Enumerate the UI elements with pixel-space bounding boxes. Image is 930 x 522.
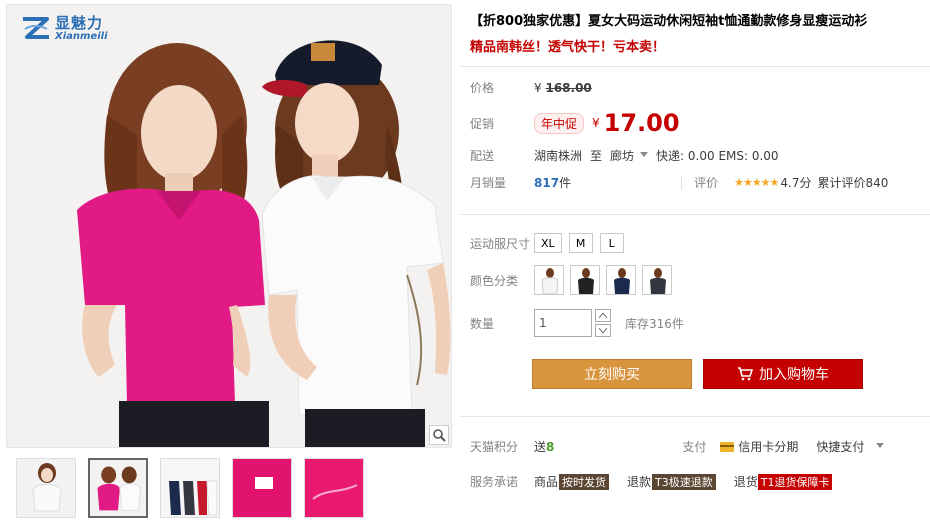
service-goods-tag[interactable]: 按时发货: [559, 473, 610, 490]
color-option-4[interactable]: [642, 265, 672, 295]
rating-score: 4.7分: [780, 176, 812, 190]
divider: [460, 66, 930, 67]
color-option-1[interactable]: [534, 265, 564, 295]
points-row: 天猫积分 送 8 支付 信用卡分期 快捷支付: [470, 438, 892, 455]
thumbnail-strip: [16, 458, 364, 518]
divider: [460, 416, 930, 417]
original-price-value: 168.00: [545, 80, 592, 95]
shipping-destination[interactable]: 廊坊: [610, 147, 634, 164]
product-title: 【折800独家优惠】夏女大码运动休闲短袖t恤通勤款修身显瘦运动衫: [470, 14, 868, 29]
logo-en-text: Xianmeili: [55, 31, 108, 42]
color-option-3[interactable]: [606, 265, 636, 295]
logo-cn-text: 显魅力: [55, 14, 104, 32]
service-refund: 退款: [627, 475, 652, 489]
total-reviews-link[interactable]: 累计评价840: [818, 174, 889, 191]
service-goods: 商品: [534, 475, 559, 489]
credit-card-icon: [720, 441, 735, 452]
quantity-stepper: [595, 309, 611, 337]
color-swatch-1-image: [541, 268, 559, 294]
shipping-from: 湖南株洲: [534, 149, 583, 163]
service-row: 服务承诺 商品 按时发货 退款 T3极速退款 退货 T1退货保障卡: [470, 473, 833, 490]
promo-badge: 年中促: [534, 112, 585, 134]
thumbnail-4-image: [233, 459, 291, 517]
quick-pay[interactable]: 快捷支付: [816, 438, 864, 455]
thumbnail-3[interactable]: [160, 458, 220, 518]
thumbnail-3-image: [161, 459, 219, 517]
quantity-row: 数量 1 库存316件: [470, 309, 684, 337]
main-product-image[interactable]: 显魅力 Xianmeili: [6, 4, 452, 448]
original-price: ¥ 168.00: [534, 81, 592, 95]
price-label: 价格: [470, 81, 495, 95]
size-row: 运动服尺寸 XL M L: [470, 233, 631, 253]
promo-row: 促销 年中促 ¥ 17.00: [470, 109, 680, 137]
points-value: 8: [546, 439, 555, 454]
product-info: 【折800独家优惠】夏女大码运动休闲短袖t恤通勤款修身显瘦运动衫 精品南韩丝！透…: [470, 12, 930, 58]
color-option-2[interactable]: [570, 265, 600, 295]
shipping-label: 配送: [470, 149, 495, 163]
size-label: 运动服尺寸: [470, 236, 531, 251]
size-option-l[interactable]: L: [599, 233, 624, 253]
rating-stars-icon: ★★★★★: [734, 176, 779, 189]
shipping-row: 配送 湖南株洲 至 廊坊 快递: 0.00 EMS: 0.00: [470, 147, 779, 164]
points-label: 天猫积分: [470, 440, 519, 454]
color-label: 颜色分类: [470, 273, 519, 288]
buy-now-button[interactable]: 立刻购买: [532, 359, 692, 389]
quantity-label: 数量: [470, 316, 495, 331]
product-gallery: 显魅力 Xianmeili: [6, 4, 452, 518]
promo-currency: ¥: [592, 116, 600, 130]
price-row: 价格 ¥ 168.00: [470, 79, 592, 96]
sales-label: 月销量: [470, 176, 507, 190]
stock-count: 库存316件: [625, 316, 684, 331]
quantity-input[interactable]: 1: [534, 309, 592, 337]
service-return-tag[interactable]: T1退货保障卡: [757, 473, 833, 490]
chevron-down-icon: [599, 328, 607, 333]
sales-unit: 件: [559, 176, 572, 190]
credit-installment[interactable]: 信用卡分期: [738, 438, 798, 455]
service-return: 退货: [733, 475, 758, 489]
sales-row: 月销量 817 件 评价 ★★★★★ 4.7分 累计评价840: [470, 174, 888, 191]
shipping-to-word: 至: [590, 149, 603, 163]
thumbnail-2-image: [90, 460, 146, 516]
points-send: 送: [534, 440, 547, 454]
promo-label: 促销: [470, 116, 495, 131]
promo-price: 17.00: [603, 109, 680, 137]
chevron-up-icon: [599, 313, 607, 318]
thumbnail-5[interactable]: [304, 458, 364, 518]
service-refund-tag[interactable]: T3极速退款: [652, 473, 716, 490]
shipping-fee: 快递: 0.00 EMS: 0.00: [656, 149, 779, 163]
zoom-button[interactable]: [429, 425, 449, 445]
color-row: 颜色分类: [470, 265, 678, 295]
logo-mark-icon: [23, 17, 49, 39]
service-label: 服务承诺: [470, 475, 519, 489]
quantity-up-button[interactable]: [595, 309, 611, 322]
cart-icon: [738, 367, 753, 381]
thumbnail-5-image: [305, 459, 363, 517]
pay-label: 支付: [682, 440, 707, 454]
quantity-down-button[interactable]: [595, 324, 611, 337]
chevron-down-icon[interactable]: [640, 152, 649, 157]
rating-label: 评价: [694, 176, 719, 190]
size-option-xl[interactable]: XL: [534, 233, 562, 253]
size-option-m[interactable]: M: [568, 233, 593, 253]
thumbnail-1-image: [17, 459, 75, 517]
product-subtitle: 精品南韩丝！透气快干！亏本卖！: [470, 40, 666, 55]
add-to-cart-label: 加入购物车: [759, 367, 829, 383]
thumbnail-2[interactable]: [88, 458, 148, 518]
color-swatch-3-image: [614, 268, 630, 294]
models-photo: [7, 5, 451, 447]
original-price-currency: ¥: [534, 80, 542, 95]
color-swatch-2-image: [578, 268, 594, 294]
divider-vertical: [681, 175, 683, 190]
divider: [460, 214, 930, 215]
color-swatch-4-image: [650, 268, 666, 294]
chevron-down-icon[interactable]: [876, 443, 885, 448]
brand-logo: 显魅力 Xianmeili: [21, 15, 108, 43]
add-to-cart-button[interactable]: 加入购物车: [703, 359, 863, 389]
magnifier-icon: [433, 429, 446, 442]
thumbnail-4[interactable]: [232, 458, 292, 518]
thumbnail-1[interactable]: [16, 458, 76, 518]
sales-count: 817: [534, 175, 560, 190]
